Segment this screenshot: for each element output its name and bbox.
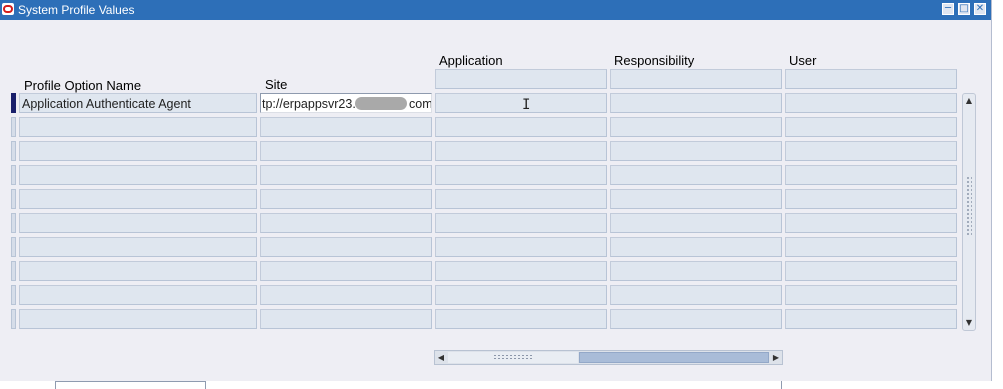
title-bar[interactable]: System Profile Values ─ □ ✕	[0, 0, 991, 20]
application-field[interactable]	[435, 141, 607, 161]
user-field[interactable]	[785, 141, 957, 161]
column-header-responsibility: Responsibility	[614, 53, 695, 68]
application-field[interactable]	[435, 117, 607, 137]
site-field[interactable]	[260, 165, 432, 185]
responsibility-field[interactable]	[610, 189, 782, 209]
site-field[interactable]: tp://erpappsvr23. com	[260, 93, 432, 113]
scroll-grip[interactable]	[493, 354, 533, 360]
responsibility-field[interactable]	[610, 165, 782, 185]
system-profile-values-window: System Profile Values ─ □ ✕ Profile Opti…	[0, 0, 992, 381]
application-field[interactable]	[435, 237, 607, 257]
column-header-profile-option-name: Profile Option Name	[24, 78, 142, 93]
profile-option-name-field[interactable]	[19, 285, 257, 305]
column-header-application: Application	[439, 53, 503, 68]
column-header-user: User	[789, 53, 817, 68]
site-field[interactable]	[260, 285, 432, 305]
profile-option-name-field[interactable]	[19, 237, 257, 257]
record-indicator[interactable]	[11, 213, 16, 233]
user-field[interactable]	[785, 117, 957, 137]
bottom-tab[interactable]	[55, 381, 206, 389]
record-indicator[interactable]	[11, 309, 16, 329]
column-header-site: Site	[265, 77, 288, 92]
user-field[interactable]	[785, 261, 957, 281]
maximize-icon[interactable]: □	[958, 3, 970, 15]
record-indicator[interactable]	[11, 117, 16, 137]
record-indicator[interactable]	[11, 165, 16, 185]
scroll-up-icon[interactable]: ▲	[963, 95, 975, 107]
user-field[interactable]	[785, 93, 957, 113]
site-field[interactable]	[260, 309, 432, 329]
user-field[interactable]	[785, 237, 957, 257]
responsibility-field[interactable]	[610, 261, 782, 281]
redacted-text	[355, 97, 407, 110]
profile-option-name-field[interactable]	[19, 117, 257, 137]
responsibility-field[interactable]	[610, 117, 782, 137]
profile-option-name-field[interactable]	[19, 309, 257, 329]
user-field[interactable]	[785, 165, 957, 185]
scroll-grip[interactable]	[966, 176, 972, 236]
record-indicator[interactable]	[11, 141, 16, 161]
scroll-thumb[interactable]	[579, 352, 769, 363]
site-field[interactable]	[260, 213, 432, 233]
site-field[interactable]	[260, 189, 432, 209]
user-field[interactable]	[785, 285, 957, 305]
responsibility-field[interactable]	[610, 309, 782, 329]
record-indicator[interactable]	[11, 285, 16, 305]
user-context-field[interactable]	[785, 69, 957, 89]
record-indicator[interactable]	[11, 237, 16, 257]
record-indicator[interactable]	[11, 261, 16, 281]
responsibility-field[interactable]	[610, 285, 782, 305]
application-field[interactable]	[435, 189, 607, 209]
vertical-scrollbar[interactable]: ▲ ▼	[962, 93, 976, 331]
responsibility-field[interactable]	[610, 237, 782, 257]
site-field[interactable]	[260, 237, 432, 257]
scroll-down-icon[interactable]: ▼	[963, 317, 975, 329]
responsibility-field[interactable]	[610, 213, 782, 233]
profile-option-name-field[interactable]	[19, 165, 257, 185]
application-field[interactable]	[435, 261, 607, 281]
site-field[interactable]	[260, 141, 432, 161]
scroll-right-icon[interactable]: ▶	[770, 351, 782, 364]
oracle-logo-icon	[2, 3, 14, 15]
profile-option-name-field[interactable]	[19, 189, 257, 209]
profile-option-name-field[interactable]: Application Authenticate Agent	[19, 93, 257, 113]
application-field[interactable]	[435, 309, 607, 329]
application-field[interactable]	[435, 285, 607, 305]
close-icon[interactable]: ✕	[974, 3, 986, 15]
scroll-left-icon[interactable]: ◀	[435, 351, 447, 364]
responsibility-field[interactable]	[610, 141, 782, 161]
application-field[interactable]	[435, 165, 607, 185]
responsibility-field[interactable]	[610, 93, 782, 113]
application-context-field[interactable]	[435, 69, 607, 89]
user-field[interactable]	[785, 213, 957, 233]
site-field[interactable]	[260, 261, 432, 281]
user-field[interactable]	[785, 189, 957, 209]
application-field[interactable]	[435, 93, 607, 113]
record-indicator[interactable]	[11, 189, 16, 209]
profile-option-name-value: Application Authenticate Agent	[22, 97, 191, 111]
site-value: tp://erpappsvr23.	[262, 97, 356, 111]
minimize-icon[interactable]: ─	[942, 3, 954, 15]
application-field[interactable]	[435, 213, 607, 233]
profile-option-name-field[interactable]	[19, 141, 257, 161]
profile-option-name-field[interactable]	[19, 261, 257, 281]
site-field[interactable]	[260, 117, 432, 137]
horizontal-scrollbar[interactable]: ◀ ▶	[434, 350, 783, 365]
profile-option-name-field[interactable]	[19, 213, 257, 233]
user-field[interactable]	[785, 309, 957, 329]
record-indicator[interactable]	[11, 93, 16, 113]
text-cursor-icon: I	[522, 97, 531, 113]
window-title: System Profile Values	[18, 3, 135, 17]
responsibility-context-field[interactable]	[610, 69, 782, 89]
site-value-tail: com	[409, 97, 432, 111]
